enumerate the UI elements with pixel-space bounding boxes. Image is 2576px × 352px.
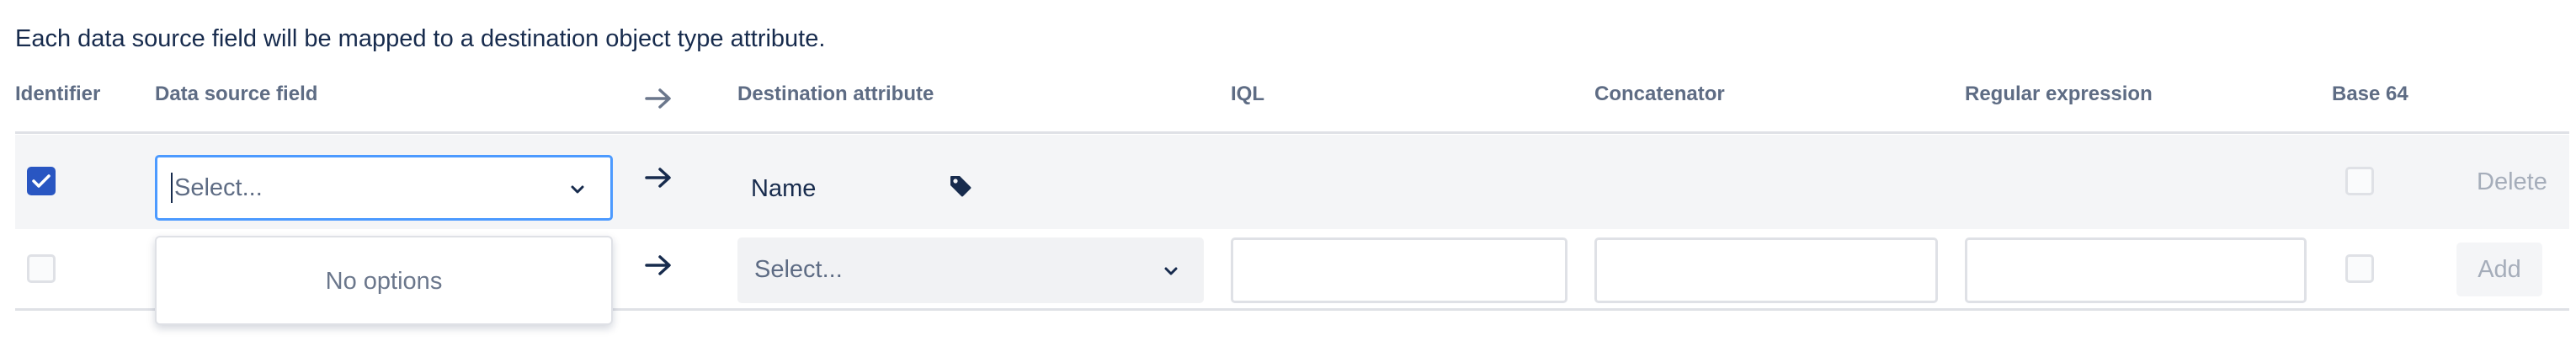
identifier-checkbox-checked[interactable] [27, 167, 56, 195]
destination-attribute-select[interactable]: Select... [737, 237, 1204, 303]
base64-checkbox[interactable] [2345, 254, 2374, 283]
regular-expression-input[interactable] [1965, 237, 2307, 303]
header-identifier: Identifier [15, 83, 101, 105]
mapping-description: Each data source field will be mapped to… [15, 25, 826, 52]
header-regular-expression: Regular expression [1965, 83, 2153, 105]
delete-button[interactable]: Delete [2477, 168, 2547, 196]
arrow-right-icon [645, 255, 671, 275]
check-icon [32, 174, 51, 188]
identifier-checkbox[interactable] [27, 254, 56, 283]
no-options-message: No options [325, 268, 443, 295]
header-base64: Base 64 [2332, 83, 2408, 105]
destination-attribute-placeholder: Select... [754, 256, 843, 283]
text-cursor [171, 173, 173, 203]
header-arrow-right-icon [645, 88, 671, 109]
arrow-right-icon [645, 168, 671, 188]
chevron-down-icon[interactable] [1162, 264, 1180, 278]
header-iql: IQL [1231, 83, 1264, 105]
base64-checkbox[interactable] [2345, 167, 2374, 195]
destination-attribute-name: Name [751, 175, 817, 202]
data-source-field-select[interactable]: Select... [155, 155, 613, 221]
header-concatenator: Concatenator [1594, 83, 1725, 105]
header-data-source-field: Data source field [155, 83, 318, 105]
header-destination-attribute: Destination attribute [737, 83, 934, 105]
concatenator-input[interactable] [1594, 237, 1938, 303]
iql-input[interactable] [1231, 237, 1567, 303]
add-button[interactable]: Add [2456, 243, 2542, 296]
data-source-field-dropdown-menu: No options [155, 236, 613, 325]
data-source-field-placeholder: Select... [174, 174, 263, 201]
header-divider [15, 131, 2569, 134]
chevron-down-icon[interactable] [568, 183, 587, 196]
tag-icon [950, 176, 971, 197]
